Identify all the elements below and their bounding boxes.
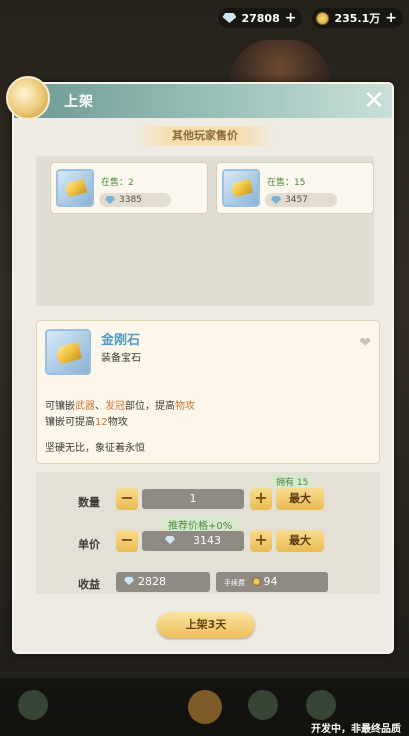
price-input[interactable]: 3143: [142, 531, 244, 551]
favorite-heart-icon[interactable]: ❤: [359, 335, 371, 351]
item-detail-card: 金刚石 装备宝石 ❤ 可镶嵌武器、发冠部位，提高物攻 镶嵌可提高12物攻 坚硬无…: [36, 320, 380, 464]
coin-icon: [316, 11, 330, 25]
quantity-input[interactable]: 1: [142, 489, 244, 509]
price-plus-button[interactable]: +: [250, 530, 272, 552]
dev-watermark: 开发中，非最终品质: [311, 724, 401, 735]
gem-amount: 27808: [241, 11, 280, 25]
gem-icon: [222, 13, 237, 23]
price-minus-button[interactable]: −: [116, 530, 138, 552]
unit-price-label: 单价: [78, 538, 100, 551]
currency-bar: 27808 + 235.1万 +: [218, 8, 403, 28]
quantity-minus-button[interactable]: −: [116, 488, 138, 510]
coin-amount: 235.1万: [334, 12, 381, 25]
close-icon[interactable]: ✕: [360, 87, 388, 115]
gem-icon: [165, 536, 175, 544]
skill-icon[interactable]: [248, 690, 278, 720]
other-sellers-title: 其他玩家售价: [134, 126, 276, 146]
list-item-dialog: 上架 ✕ 其他玩家售价 在售：2 3385 在售：15 3457 金刚石 装备宝…: [6, 76, 394, 654]
add-coins-icon[interactable]: +: [385, 10, 397, 26]
skill-icon[interactable]: [306, 690, 336, 720]
item-name: 金刚石: [101, 333, 141, 348]
diamond-item-icon: [56, 169, 94, 207]
quantity-label: 数量: [78, 496, 100, 509]
gem-icon: [124, 577, 134, 585]
gem-icon: [271, 196, 281, 204]
listing-price: 3457: [265, 193, 337, 207]
diamond-item-icon: [45, 329, 91, 375]
listing-price: 3385: [99, 193, 171, 207]
fee-value: 手续费 94: [216, 572, 328, 592]
on-sale-count: 在售：2: [101, 178, 134, 188]
revenue-label: 收益: [78, 578, 100, 591]
quantity-max-button[interactable]: 最大: [276, 488, 324, 510]
seller-listing[interactable]: 在售：15 3457: [216, 162, 374, 214]
seller-listing[interactable]: 在售：2 3385: [50, 162, 208, 214]
dialog-title: 上架: [64, 94, 94, 110]
action-icon[interactable]: [188, 690, 222, 724]
coin-icon: [251, 577, 261, 586]
add-gems-icon[interactable]: +: [285, 10, 297, 26]
list-item-button[interactable]: 上架3天: [157, 612, 255, 638]
item-flavor-text: 坚硬无比，象征着永恒: [45, 443, 145, 454]
item-type: 装备宝石: [101, 353, 141, 364]
quantity-plus-button[interactable]: +: [250, 488, 272, 510]
gem-icon: [105, 196, 115, 204]
gem-balance[interactable]: 27808 +: [218, 8, 303, 28]
diamond-item-icon: [222, 169, 260, 207]
coin-balance[interactable]: 235.1万 +: [312, 8, 403, 28]
owned-count: 拥有 15: [272, 474, 313, 489]
item-bonus: 镶嵌可提高12物攻: [45, 417, 128, 428]
item-description: 可镶嵌武器、发冠部位，提高物攻: [45, 401, 195, 412]
back-icon[interactable]: [18, 690, 48, 720]
price-max-button[interactable]: 最大: [276, 530, 324, 552]
on-sale-count: 在售：15: [267, 178, 306, 188]
revenue-value: 2828: [116, 572, 210, 592]
header-emblem-icon: [6, 76, 50, 120]
